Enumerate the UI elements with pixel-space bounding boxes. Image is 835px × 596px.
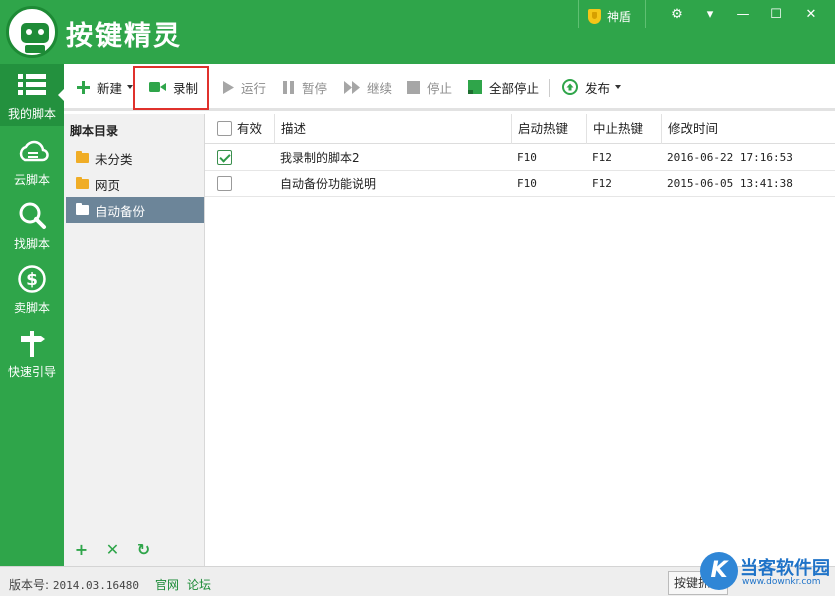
column-description[interactable]: 描述 (274, 114, 512, 144)
new-label: 新建 (97, 80, 123, 96)
table-row[interactable]: 我录制的脚本2 F10 F12 2016-06-22 17:16:53 (205, 145, 835, 171)
toolbar: 新建 录制 运行 暂停 继续 停止 全部停止 发布 (64, 64, 835, 111)
stop-label: 停止 (427, 80, 453, 96)
new-button[interactable]: 新建 (77, 78, 134, 96)
directory-actions: + ✕ ↻ (74, 542, 151, 558)
folder-icon (76, 151, 89, 163)
stop-all-icon (468, 80, 482, 94)
pause-button[interactable]: 暂停 (283, 78, 327, 96)
folder-auto-backup[interactable]: 自动备份 (66, 197, 204, 223)
table-row[interactable]: 自动备份功能说明 F10 F12 2015-06-05 13:41:38 (205, 171, 835, 197)
nav-label: 卖脚本 (13, 301, 50, 315)
enabled-checkbox[interactable] (217, 150, 232, 165)
publish-icon (562, 79, 578, 95)
watermark-url: www.downkr.com (742, 577, 821, 587)
stop-all-button[interactable]: 全部停止 (468, 78, 539, 96)
stop-button[interactable]: 停止 (407, 78, 452, 96)
robot-face-icon (21, 23, 49, 43)
version-label: 版本号: (9, 578, 50, 592)
column-enabled-label: 有效 (237, 121, 263, 136)
main-nav: 我的脚本 云脚本 找脚本 $ 卖脚本 快速引导 (0, 64, 65, 571)
record-label: 录制 (173, 80, 199, 96)
column-enabled[interactable]: 有效 (205, 114, 275, 144)
publish-button[interactable]: 发布 (562, 78, 622, 96)
folder-label: 网页 (95, 177, 121, 193)
nav-my-scripts[interactable]: 我的脚本 (0, 64, 65, 126)
enabled-checkbox[interactable] (217, 176, 232, 191)
app-title: 按键精灵 (66, 21, 182, 52)
shield-label: 神盾 (607, 10, 632, 24)
close-button[interactable]: ✕ (800, 6, 822, 24)
resume-button[interactable]: 继续 (344, 78, 392, 96)
watermark-logo: K 当客软件园 www.downkr.com (700, 552, 835, 596)
nav-quick-guide[interactable]: 快速引导 (0, 322, 64, 384)
modified-time: 2016-06-22 17:16:53 (667, 151, 793, 164)
signpost-icon (21, 331, 45, 357)
maximize-button[interactable]: ☐ (765, 6, 787, 24)
directory-heading: 脚本目录 (70, 124, 119, 138)
delete-folder-icon[interactable]: ✕ (105, 542, 120, 558)
script-description: 我录制的脚本2 (280, 151, 360, 165)
cloud-icon (19, 140, 49, 162)
column-stop-hotkey[interactable]: 中止热键 (586, 114, 662, 144)
nav-cloud-scripts[interactable]: 云脚本 (0, 130, 64, 192)
nav-sell-scripts[interactable]: $ 卖脚本 (0, 258, 64, 320)
chevron-down-icon (615, 85, 622, 89)
plus-icon (77, 80, 90, 94)
folder-icon (76, 203, 89, 215)
forum-link[interactable]: 论坛 (187, 576, 211, 593)
svg-text:$: $ (26, 270, 38, 290)
nav-find-scripts[interactable]: 找脚本 (0, 194, 64, 256)
script-table: 有效 描述 启动热键 中止热键 修改时间 我录制的脚本2 F10 F12 201… (205, 114, 835, 566)
column-start-hotkey[interactable]: 启动热键 (511, 114, 587, 144)
refresh-icon[interactable]: ↻ (136, 542, 151, 558)
modified-time: 2015-06-05 13:41:38 (667, 177, 793, 190)
version-value: 2014.03.16480 (52, 579, 139, 592)
shield-icon (588, 9, 601, 24)
folder-label: 未分类 (95, 151, 133, 167)
stop-hotkey: F12 (592, 151, 612, 164)
start-hotkey: F10 (517, 151, 537, 164)
folder-icon (76, 177, 89, 189)
nav-label: 快速引导 (7, 365, 56, 379)
add-folder-icon[interactable]: + (74, 542, 89, 558)
script-description: 自动备份功能说明 (280, 177, 377, 191)
folder-webpage[interactable]: 网页 (66, 171, 204, 197)
search-icon (19, 202, 46, 229)
nav-label: 云脚本 (13, 173, 50, 187)
folder-uncategorized[interactable]: 未分类 (66, 145, 204, 171)
window-menu-icon[interactable]: ▾ (699, 6, 721, 24)
app-logo (6, 6, 58, 58)
nav-label: 找脚本 (13, 237, 50, 251)
nav-label: 我的脚本 (7, 107, 56, 121)
pause-icon (283, 80, 294, 94)
start-hotkey: F10 (517, 177, 537, 190)
stop-hotkey: F12 (592, 177, 612, 190)
minimize-button[interactable]: — (732, 6, 754, 24)
select-all-checkbox[interactable] (217, 121, 232, 136)
video-camera-icon (149, 82, 166, 92)
column-modified-time[interactable]: 修改时间 (661, 114, 835, 144)
official-site-link[interactable]: 官网 (155, 576, 179, 593)
shield-button[interactable]: 神盾 (588, 8, 631, 25)
dollar-icon: $ (18, 265, 46, 293)
settings-gear-icon[interactable]: ⚙ (666, 6, 688, 24)
folder-label: 自动备份 (95, 203, 146, 219)
watermark-k-icon: K (700, 552, 738, 590)
run-button[interactable]: 运行 (222, 78, 266, 96)
record-button[interactable]: 录制 (149, 78, 198, 96)
publish-label: 发布 (585, 80, 611, 96)
stop-all-label: 全部停止 (489, 80, 540, 96)
script-directory-panel: 脚本目录 未分类 网页 自动备份 + ✕ ↻ (64, 114, 205, 566)
title-bar: 按键精灵 神盾 ⚙ ▾ — ☐ ✕ (0, 0, 835, 64)
fast-forward-icon (344, 80, 360, 94)
list-icon (18, 74, 46, 95)
play-icon (223, 80, 234, 94)
resume-label: 继续 (367, 80, 393, 96)
version-info: 版本号: 2014.03.16480 (9, 576, 139, 593)
run-label: 运行 (241, 80, 267, 96)
stop-icon (407, 80, 420, 94)
pause-label: 暂停 (302, 80, 328, 96)
table-header: 有效 描述 启动热键 中止热键 修改时间 (205, 114, 835, 144)
